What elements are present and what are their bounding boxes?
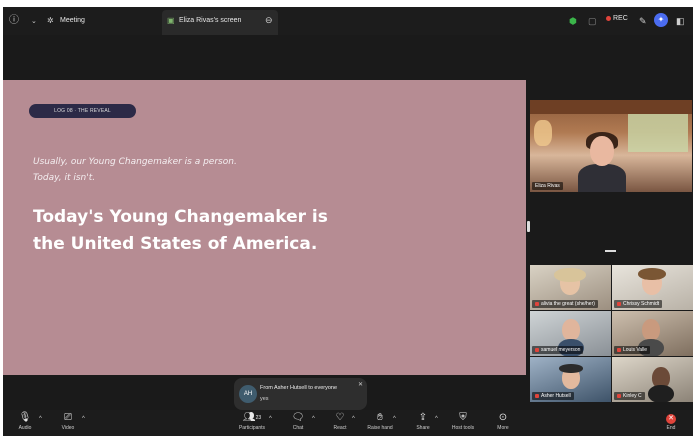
screen-share-tab[interactable]: ▣ Eliza Rivas's screen ⊖ bbox=[162, 10, 278, 35]
info-icon[interactable]: ⓘ bbox=[9, 14, 19, 28]
participants-options-chevron-icon[interactable]: ^ bbox=[269, 416, 272, 422]
chat-options-chevron-icon[interactable]: ^ bbox=[312, 416, 315, 422]
chat-notification[interactable]: AH From Asher Hutsell to everyone yes ✕ bbox=[234, 378, 367, 410]
split-resize-handle[interactable] bbox=[527, 221, 530, 232]
slide-headline: Today's Young Changemaker is the United … bbox=[33, 204, 453, 258]
participant-tile[interactable]: samuel meyerson bbox=[530, 311, 611, 356]
participant-tile[interactable]: Louis Valle bbox=[612, 311, 693, 356]
participant-name: Asher Hutsell bbox=[541, 393, 571, 399]
more-dots-icon: ⊙ bbox=[498, 412, 508, 423]
recording-indicator[interactable]: REC bbox=[606, 15, 628, 22]
gallery-resize-handle[interactable] bbox=[605, 250, 616, 252]
audio-button[interactable]: 🎙︎ Audio bbox=[5, 412, 45, 432]
slide-headline-line-2: the United States of America. bbox=[33, 234, 318, 254]
react-options-chevron-icon[interactable]: ^ bbox=[352, 416, 355, 422]
participant-tile[interactable]: Asher Hutsell bbox=[530, 357, 611, 402]
slide-headline-line-1: Today's Young Changemaker is bbox=[33, 207, 328, 227]
mic-muted-icon bbox=[535, 301, 539, 306]
document-icon[interactable]: ▢ bbox=[588, 14, 597, 28]
participant-tile[interactable]: alivia the great (she/her) bbox=[530, 265, 611, 310]
react-button[interactable]: ♡ React bbox=[320, 412, 360, 432]
participant-name: Louis Valle bbox=[623, 347, 648, 353]
shield-icon[interactable]: ⬢ bbox=[569, 14, 577, 28]
raise-hand-button[interactable]: ✋︎ Raise hand bbox=[360, 412, 400, 432]
shield-icon: ⛨ bbox=[459, 412, 467, 423]
ai-companion-icon[interactable]: ✦ bbox=[654, 13, 668, 27]
mic-muted-icon bbox=[535, 393, 539, 398]
participant-tile[interactable]: Kinley C bbox=[612, 357, 693, 402]
participant-tile[interactable]: Chrissy Schmidt bbox=[612, 265, 693, 310]
raise-hand-options-chevron-icon[interactable]: ^ bbox=[393, 416, 396, 422]
mic-muted-icon bbox=[535, 347, 539, 352]
more-button[interactable]: ⊙ More bbox=[483, 412, 523, 432]
speaker-video-tile[interactable]: Eliza Rivas bbox=[530, 100, 692, 192]
chat-sender: From Asher Hutsell to everyone bbox=[260, 385, 338, 391]
host-tools-button[interactable]: ⛨ Host tools bbox=[443, 412, 483, 432]
mic-muted-icon bbox=[617, 301, 621, 306]
top-bar: ⓘ ⌄ ✲ Meeting ▣ Eliza Rivas's screen ⊖ ⬢… bbox=[3, 7, 693, 35]
slide-lead-line-1: Usually, our Young Changemaker is a pers… bbox=[33, 157, 237, 167]
pencil-icon[interactable]: ✎ bbox=[639, 14, 647, 28]
mic-muted-icon bbox=[617, 347, 621, 352]
shared-screen-slide: LOG 08 · THE REVEAL Usually, our Young C… bbox=[3, 80, 526, 375]
meeting-toolbar: 🎙︎ Audio ^ ⎚ Video ^ 👥︎23 Participants ^… bbox=[3, 410, 693, 436]
participant-name: samuel meyerson bbox=[541, 347, 581, 353]
slide-tag: LOG 08 · THE REVEAL bbox=[29, 104, 136, 118]
screen-tab-label: Eliza Rivas's screen bbox=[179, 17, 242, 24]
share-options-chevron-icon[interactable]: ^ bbox=[435, 416, 438, 422]
participant-name: Kinley C bbox=[623, 393, 642, 399]
mic-muted-icon bbox=[617, 393, 621, 398]
meeting-icon: ✲ bbox=[47, 16, 54, 25]
participant-name: Chrissy Schmidt bbox=[623, 301, 660, 307]
participant-name: alivia the great (she/her) bbox=[541, 301, 595, 307]
meeting-title[interactable]: Meeting bbox=[60, 15, 85, 27]
video-button[interactable]: ⎚ Video bbox=[48, 412, 88, 432]
view-layout-icon[interactable]: ◧ bbox=[676, 14, 685, 28]
meeting-window: ⓘ ⌄ ✲ Meeting ▣ Eliza Rivas's screen ⊖ ⬢… bbox=[3, 7, 693, 436]
end-call-icon: ✕ bbox=[666, 414, 676, 424]
participants-button[interactable]: 👥︎23 Participants bbox=[229, 412, 275, 432]
rec-label: REC bbox=[613, 15, 628, 22]
record-dot-icon bbox=[606, 15, 611, 21]
audio-options-chevron-icon[interactable]: ^ bbox=[39, 416, 42, 422]
share-button[interactable]: ⇪ Share bbox=[403, 412, 443, 432]
slide-lead-line-2: Today, it isn't. bbox=[33, 173, 96, 183]
chevron-down-icon[interactable]: ⌄ bbox=[31, 15, 37, 29]
video-options-chevron-icon[interactable]: ^ bbox=[82, 416, 85, 422]
speaker-name: Eliza Rivas bbox=[532, 182, 563, 190]
chat-button[interactable]: 🗨︎ Chat bbox=[278, 412, 318, 432]
avatar: AH bbox=[239, 385, 257, 403]
close-icon[interactable]: ✕ bbox=[358, 381, 363, 388]
chat-message: yes bbox=[260, 396, 269, 402]
participants-count: 23 bbox=[255, 415, 262, 421]
more-options-icon[interactable]: ⊖ bbox=[265, 13, 273, 27]
end-meeting-button[interactable]: ✕ End bbox=[651, 412, 691, 432]
avatar-icon: ▣ bbox=[167, 16, 175, 25]
